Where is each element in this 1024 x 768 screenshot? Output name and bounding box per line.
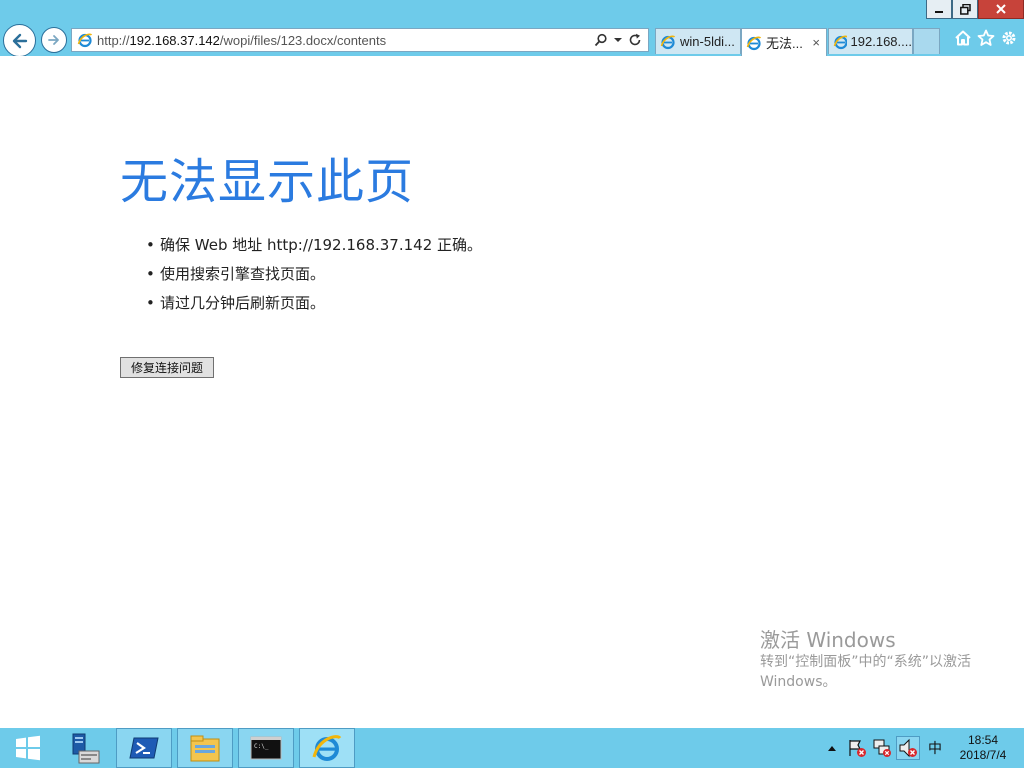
address-tools xyxy=(594,33,642,47)
tab-ip[interactable]: 192.168.... xyxy=(828,28,913,54)
restore-icon xyxy=(959,3,971,15)
internet-explorer-icon xyxy=(660,35,676,49)
action-center-button[interactable] xyxy=(846,737,868,759)
system-tray: 中 18:54 2018/7/4 xyxy=(818,728,1024,768)
fix-connection-button[interactable]: 修复连接问题 xyxy=(120,357,214,378)
address-url[interactable]: http://192.168.37.142/wopi/files/123.doc… xyxy=(97,33,594,48)
file-explorer-icon xyxy=(190,735,220,762)
back-arrow-icon xyxy=(12,33,27,48)
url-scheme: http:// xyxy=(97,32,130,48)
taskbar: C:\_ 中 18:54 2018/7/4 xyxy=(0,728,1024,768)
start-button[interactable] xyxy=(0,728,56,768)
network-button[interactable] xyxy=(871,737,893,759)
star-icon[interactable] xyxy=(977,29,995,47)
minimize-button[interactable] xyxy=(926,0,952,19)
back-button[interactable] xyxy=(3,24,36,57)
tip-item: 确保 Web 地址 http://192.168.37.142 正确。 xyxy=(146,234,482,263)
new-tab-button[interactable] xyxy=(913,28,940,54)
url-path: /wopi/files/123.docx/contents xyxy=(219,32,387,48)
tab-close-icon[interactable]: × xyxy=(812,35,820,50)
close-icon xyxy=(996,4,1006,14)
dropdown-icon[interactable] xyxy=(614,36,622,44)
close-button[interactable] xyxy=(978,0,1024,19)
watermark-line2: Windows。 xyxy=(760,674,837,690)
tab-win[interactable]: win-5ldi... xyxy=(655,28,741,54)
tab-error-page[interactable]: 无法... × xyxy=(741,28,827,56)
svg-text:C:\_: C:\_ xyxy=(254,743,269,750)
internet-explorer-icon xyxy=(312,735,342,761)
window-controls xyxy=(926,0,1024,20)
flag-warning-icon xyxy=(849,740,866,757)
start-icon xyxy=(16,735,40,761)
powershell-button[interactable] xyxy=(116,728,172,768)
browser-chrome: http://192.168.37.142/wopi/files/123.doc… xyxy=(0,0,1024,57)
refresh-icon[interactable] xyxy=(628,33,642,47)
command-prompt-icon: C:\_ xyxy=(250,736,282,760)
file-explorer-button[interactable] xyxy=(177,728,233,768)
minimize-icon xyxy=(935,11,943,13)
internet-explorer-icon xyxy=(833,35,847,49)
forward-button[interactable] xyxy=(41,27,67,53)
watermark-title: 激活 Windows xyxy=(760,628,896,652)
activation-watermark: 激活 Windows 转到“控制面板”中的“系统”以激活 Windows。 xyxy=(760,628,990,692)
volume-button[interactable] xyxy=(896,736,920,760)
tip-item: 使用搜索引擎查找页面。 xyxy=(146,263,482,292)
powershell-icon xyxy=(129,737,159,759)
tab-label: 无法... xyxy=(766,36,803,51)
tips-list: 确保 Web 地址 http://192.168.37.142 正确。 使用搜索… xyxy=(146,234,482,321)
server-manager-button[interactable] xyxy=(56,728,112,768)
restore-button[interactable] xyxy=(952,0,978,19)
tab-label: 192.168.... xyxy=(850,34,912,49)
internet-explorer-icon xyxy=(746,36,762,50)
clock[interactable]: 18:54 2018/7/4 xyxy=(952,733,1014,763)
clock-date: 2018/7/4 xyxy=(959,748,1007,762)
network-icon xyxy=(873,739,891,757)
address-bar[interactable]: http://192.168.37.142/wopi/files/123.doc… xyxy=(71,28,649,52)
search-icon[interactable] xyxy=(594,33,608,47)
tip-item: 请过几分钟后刷新页面。 xyxy=(146,292,482,321)
ime-indicator[interactable]: 中 xyxy=(928,738,942,758)
tab-label: win-5ldi... xyxy=(680,34,735,49)
internet-explorer-button[interactable] xyxy=(299,728,355,768)
command-prompt-button[interactable]: C:\_ xyxy=(238,728,294,768)
gear-icon[interactable] xyxy=(1000,29,1018,47)
chevron-up-icon xyxy=(828,746,836,751)
page-title: 无法显示此页 xyxy=(120,154,415,210)
server-manager-icon xyxy=(72,733,100,764)
url-host: 192.168.37.142 xyxy=(129,32,220,48)
browser-toolbar xyxy=(954,29,1018,47)
internet-explorer-icon xyxy=(77,33,93,48)
clock-time: 18:54 xyxy=(967,733,999,747)
forward-arrow-icon xyxy=(48,35,59,45)
page-content: 无法显示此页 确保 Web 地址 http://192.168.37.142 正… xyxy=(0,56,1024,728)
screen: http://192.168.37.142/wopi/files/123.doc… xyxy=(0,0,1024,768)
show-hidden-icons-button[interactable] xyxy=(821,737,843,759)
volume-muted-icon xyxy=(899,738,917,758)
watermark-line1: 转到“控制面板”中的“系统”以激活 xyxy=(760,654,972,670)
home-icon[interactable] xyxy=(954,29,972,47)
